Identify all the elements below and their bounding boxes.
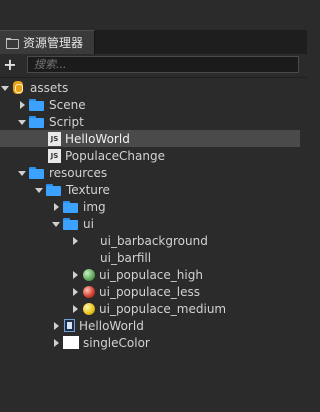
tree-node-label: assets (30, 80, 69, 95)
tree-node-label: Scene (49, 97, 86, 112)
yellow-ball-icon (83, 302, 95, 315)
js-file-icon: JS (48, 148, 61, 163)
tree-node-assets[interactable]: assets (0, 79, 300, 96)
tree-node-script[interactable]: Script (0, 113, 300, 130)
tree-node-ui-populace-less[interactable]: ui_populace_less (0, 283, 300, 300)
tree-node-ui-populace-medium[interactable]: ui_populace_medium (0, 300, 300, 317)
tree-node-label: HelloWorld (65, 131, 130, 146)
tree-node-ui-populace-high[interactable]: ui_populace_high (0, 266, 300, 283)
tree-node-label: Texture (66, 182, 110, 197)
collapse-arrow-icon[interactable] (51, 321, 61, 331)
tree-node-label: ui_populace_high (99, 267, 203, 282)
blank-texture-icon (82, 234, 96, 248)
image-thumb-icon (64, 319, 75, 332)
panel-tab-bar: 资源管理器 (0, 30, 307, 78)
tree-node-label: ui_barfill (100, 250, 152, 265)
tab-assets[interactable]: 资源管理器 (0, 30, 95, 54)
red-ball-icon (83, 285, 95, 298)
tree-node-label: singleColor (83, 335, 150, 350)
database-icon (12, 80, 26, 95)
tree-node-scene[interactable]: Scene (0, 96, 300, 113)
expand-arrow-icon[interactable] (17, 168, 27, 178)
folder-icon (46, 183, 62, 196)
tree-node-label: img (83, 199, 106, 214)
tree-node-ui-barfill[interactable]: ui_barfill (0, 249, 300, 266)
expand-arrow-icon[interactable] (51, 219, 61, 229)
tree-node-helloworld-texture[interactable]: HelloWorld (0, 317, 300, 334)
folder-outline-icon (5, 36, 19, 50)
tree-node-label: PopulaceChange (65, 148, 165, 163)
tree-node-resources[interactable]: resources (0, 164, 300, 181)
tree-node-ui-barbackground[interactable]: ui_barbackground (0, 232, 300, 249)
white-swatch-icon (63, 336, 79, 349)
assets-toolbar: + 搜索... (0, 54, 307, 78)
expand-arrow-icon[interactable] (34, 185, 44, 195)
tree-node-label: ui (83, 216, 94, 231)
expand-arrow-icon[interactable] (0, 83, 10, 93)
tree-node-label: ui_populace_less (99, 284, 201, 299)
folder-icon (29, 166, 45, 179)
expand-arrow-icon[interactable] (17, 117, 27, 127)
tree-node-label: ui_barbackground (100, 233, 208, 248)
tree-node-texture[interactable]: Texture (0, 181, 300, 198)
folder-icon (29, 115, 45, 128)
tree-node-img[interactable]: img (0, 198, 300, 215)
green-ball-icon (83, 268, 95, 281)
collapse-arrow-icon[interactable] (70, 304, 80, 314)
tree-node-populacechange[interactable]: JS PopulaceChange (0, 147, 300, 164)
js-file-icon: JS (48, 131, 61, 146)
folder-icon (63, 200, 79, 213)
collapse-arrow-icon[interactable] (70, 287, 80, 297)
tree-node-singlecolor[interactable]: singleColor (0, 334, 300, 351)
tree-node-helloworld-script[interactable]: JS HelloWorld (0, 130, 300, 147)
tab-label: 资源管理器 (23, 36, 84, 50)
collapse-arrow-icon[interactable] (17, 100, 27, 110)
blank-texture-icon (82, 251, 96, 265)
add-button[interactable]: + (3, 57, 17, 73)
tree-node-ui[interactable]: ui (0, 215, 300, 232)
collapse-arrow-icon[interactable] (51, 202, 61, 212)
tree-node-label: Script (49, 114, 84, 129)
folder-icon (29, 98, 45, 111)
tree-node-label: ui_populace_medium (99, 301, 227, 316)
tree-node-label: resources (49, 165, 108, 180)
collapse-arrow-icon[interactable] (70, 236, 80, 246)
assets-panel: 资源管理器 + 搜索... assets Scene Script JS Hel… (0, 0, 307, 412)
folder-icon (63, 217, 79, 230)
collapse-arrow-icon[interactable] (70, 270, 80, 280)
tree-node-label: HelloWorld (79, 318, 144, 333)
search-input[interactable]: 搜索... (27, 56, 299, 73)
collapse-arrow-icon[interactable] (51, 338, 61, 348)
